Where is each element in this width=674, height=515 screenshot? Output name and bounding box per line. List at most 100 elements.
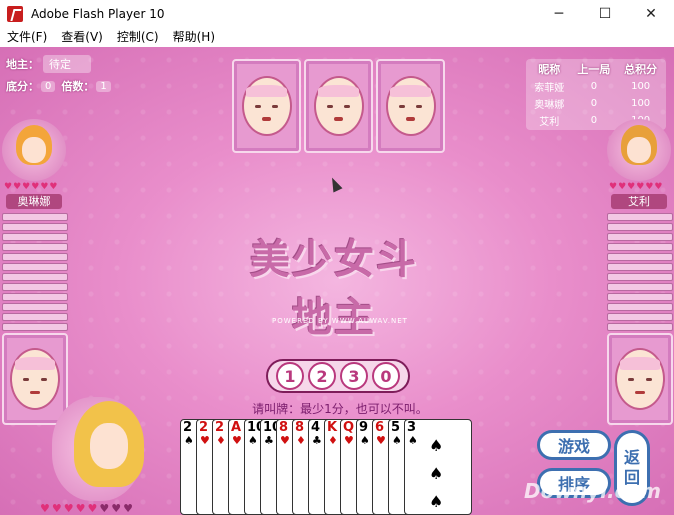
left-player: ♥ ♥ ♥ ♥ ♥ ♥ 奥琳娜 (0, 119, 68, 425)
bid-prompt: 请叫牌：最少1分，也可以不叫。 (252, 402, 428, 416)
player-self: ♥ ♥ ♥ ♥ ♥ ♥ ♥ ♥ (40, 397, 152, 515)
card-suit-icon: ♥ (376, 434, 386, 447)
card-rank: Q (343, 420, 355, 435)
card-suit-icon: ♣ (312, 434, 322, 447)
powered-by-text: POWERED BY WWW.AUWAV.NET (272, 317, 408, 325)
card-back (376, 59, 445, 153)
card-suit-icon: ♠ (248, 434, 258, 447)
card-rank: 8 (279, 420, 289, 435)
bid-panel: 1 2 3 0 (266, 359, 410, 393)
card-back (304, 59, 373, 153)
left-player-name: 奥琳娜 (6, 194, 62, 209)
heart-icon: ♥ (627, 182, 636, 192)
self-hearts: ♥ ♥ ♥ ♥ ♥ ♥ ♥ ♥ (40, 503, 133, 514)
score-total: 100 (631, 81, 651, 92)
heart-icon: ♥ (13, 182, 22, 192)
card-back-face-icon (313, 76, 364, 136)
card-rank: 2 (215, 420, 225, 435)
card-rank: 3 (407, 420, 417, 435)
score-name: 艾利 (539, 117, 560, 128)
card-suit-icon: ♥ (232, 434, 242, 447)
heart-icon: ♥ (51, 502, 62, 515)
landlord-label: 地主： (6, 58, 39, 71)
score-header-total: 总积分 (624, 63, 658, 76)
minimize-button[interactable]: ─ (536, 0, 582, 28)
title-bar: Adobe Flash Player 10 ─ ☐ ✕ (0, 0, 674, 28)
card-rank: 9 (359, 420, 369, 435)
score-last: 0 (590, 81, 598, 92)
card-suit-icon: ♥ (344, 434, 354, 447)
bid-3-button[interactable]: 3 (340, 362, 368, 390)
game-logo: 美少女斗地主 POWERED BY WWW.AUWAV.NET (244, 227, 424, 341)
score-row: 奥琳娜 0 100 (528, 95, 664, 112)
heart-icon: ♥ (63, 502, 74, 515)
card-pips-icon: ♠ ♠ ♠ (429, 436, 444, 511)
card-rank: 8 (295, 420, 305, 435)
pass-button[interactable]: 0 (372, 362, 400, 390)
heart-icon: ♥ (31, 182, 40, 192)
heart-icon: ♥ (636, 182, 645, 192)
score-total: 100 (631, 98, 651, 109)
card-rank: 2 (183, 420, 193, 435)
card-rank: 2 (199, 420, 209, 435)
card-suit-icon: ♠ (408, 434, 418, 447)
score-header-name: 昵称 (538, 63, 561, 76)
close-button[interactable]: ✕ (628, 0, 674, 28)
base-score-value: 0 (41, 80, 56, 92)
heart-icon: ♥ (645, 182, 654, 192)
heart-icon: ♥ (609, 182, 618, 192)
heart-icon: ♥ (75, 502, 86, 515)
back-label-top: 返 (623, 448, 640, 467)
heart-icon: ♥ (4, 182, 13, 192)
multiple-label: 倍数： (61, 80, 95, 93)
card-suit-icon: ♦ (328, 434, 338, 447)
heart-icon: ♥ (123, 502, 133, 515)
left-player-avatar (2, 119, 66, 181)
card-rank: K (327, 420, 338, 435)
score-name: 奥琳娜 (534, 100, 565, 111)
score-last: 0 (590, 98, 598, 109)
landlord-bottom-cards (232, 59, 445, 153)
heart-icon: ♥ (40, 502, 50, 515)
heart-icon: ♥ (87, 502, 98, 515)
score-name: 索菲娅 (534, 83, 565, 94)
menu-control[interactable]: 控制(C) (110, 28, 166, 47)
bid-1-button[interactable]: 1 (276, 362, 304, 390)
heart-icon: ♥ (22, 182, 31, 192)
card-suit-icon: ♥ (200, 434, 210, 447)
card-suit-icon: ♠ (392, 434, 402, 447)
card-suit-icon: ♠ (184, 434, 194, 447)
logo-title: 美少女斗地主 (250, 237, 418, 341)
card-rank: 6 (375, 420, 385, 435)
window-title: Adobe Flash Player 10 (31, 7, 165, 21)
right-player: ♥ ♥ ♥ ♥ ♥ ♥ 艾利 (605, 119, 673, 425)
menu-file[interactable]: 文件(F) (0, 28, 54, 47)
heart-icon: ♥ (111, 502, 122, 515)
card-rank: 4 (311, 420, 321, 435)
maximize-button[interactable]: ☐ (582, 0, 628, 28)
left-player-hearts: ♥ ♥ ♥ ♥ ♥ ♥ (4, 183, 68, 192)
card-suit-icon: ♦ (296, 434, 306, 447)
menu-view[interactable]: 查看(V) (54, 28, 110, 47)
right-player-card-stack (607, 213, 673, 425)
card-back (232, 59, 301, 153)
game-button[interactable]: 游戏 (537, 430, 611, 460)
card-back-face-icon (615, 348, 665, 410)
card-suit-icon: ♥ (280, 434, 290, 447)
score-header-last: 上一局 (577, 63, 611, 76)
card-rank: 5 (391, 420, 401, 435)
flash-player-icon (7, 6, 23, 22)
base-score-label: 底分： (6, 80, 39, 93)
score-row: 索菲娅 0 100 (528, 78, 664, 95)
right-player-hearts: ♥ ♥ ♥ ♥ ♥ ♥ (609, 183, 673, 192)
card-suit-icon: ♠ (360, 434, 370, 447)
bid-2-button[interactable]: 2 (308, 362, 336, 390)
menu-help[interactable]: 帮助(H) (166, 28, 222, 47)
card-suit-icon: ♣ (264, 434, 274, 447)
game-info: 地主： 待定 底分： 0 倍数： 1 (6, 55, 124, 99)
card-rank: A (231, 420, 242, 435)
landlord-value: 待定 (43, 55, 91, 73)
player-hand: 2 ♠ 2 ♥ 2 ♦ A ♥ 10 ♠ 10 ♣ 8 ♥ 8 ♦ 4 ♣ K ♦ Q ♥ 9 ♠ 6 ♥ 5 ♠ 3 ♠ ♠ ♠ ♠ (180, 419, 492, 515)
hand-card[interactable]: 3 ♠ ♠ ♠ ♠ (404, 419, 472, 515)
self-avatar (52, 397, 144, 501)
